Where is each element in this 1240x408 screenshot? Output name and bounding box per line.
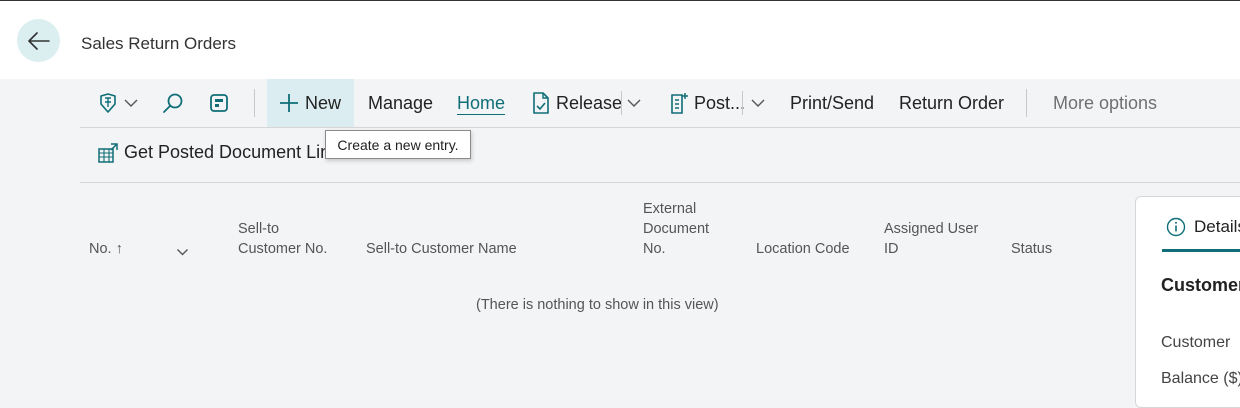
- post-document-icon: [671, 93, 688, 114]
- sort-ascending-icon: ↑: [115, 241, 123, 257]
- new-button-label: New: [305, 92, 342, 113]
- edit-list-button[interactable]: [208, 79, 232, 127]
- empty-list-message: (There is nothing to show in this view): [476, 297, 719, 313]
- column-header-no-label: No.: [89, 241, 112, 257]
- factbox-pane: Details Customer Customer Balance ($): [1135, 196, 1240, 408]
- document-check-icon: [533, 92, 549, 114]
- factbox-tab-label: Details: [1194, 217, 1240, 236]
- home-tab[interactable]: Home: [457, 79, 505, 127]
- column-header-line: Customer No.: [238, 241, 328, 257]
- column-header-sell-to-customer-name[interactable]: Sell-to Customer Name: [366, 239, 517, 259]
- search-icon: [163, 93, 183, 113]
- column-header-sell-to-customer-no[interactable]: Sell-to Customer No.: [238, 219, 327, 259]
- column-header-line: External: [643, 201, 697, 217]
- column-header-status[interactable]: Status: [1011, 239, 1052, 259]
- get-lines-icon: [98, 142, 118, 163]
- column-header-line: Assigned User: [884, 221, 979, 237]
- post-button-label: Post...: [694, 92, 746, 113]
- active-tab-indicator: [1162, 249, 1240, 252]
- manage-tab[interactable]: Manage: [368, 79, 433, 127]
- page-title: Sales Return Orders: [81, 34, 236, 53]
- factbox-field-balance: Balance ($): [1161, 370, 1240, 387]
- get-posted-document-lines-button[interactable]: Get Posted Document Lines: [98, 142, 349, 163]
- split-button-divider: [621, 91, 622, 115]
- column-header-location-code[interactable]: Location Code: [756, 239, 850, 259]
- toolbar-divider: [1026, 89, 1027, 117]
- chevron-down-icon: [627, 99, 641, 107]
- split-button-divider: [742, 91, 743, 115]
- factbox-tab-details[interactable]: Details: [1166, 217, 1240, 237]
- action-bar: New Manage Home Release Post... Print/Se…: [80, 79, 1240, 128]
- column-header-external-document-no[interactable]: External Document No.: [643, 199, 709, 259]
- column-header-line: No.: [643, 241, 666, 257]
- column-header-line: Document: [643, 221, 710, 237]
- sub-action-bar: Get Posted Document Lines: [80, 128, 1240, 183]
- new-button[interactable]: New: [267, 79, 354, 127]
- manage-tab-label: Manage: [368, 92, 434, 113]
- chevron-down-icon: [751, 99, 765, 107]
- search-button[interactable]: [162, 79, 186, 127]
- toolbar-divider: [254, 89, 255, 117]
- return-order-tab-label: Return Order: [899, 92, 1005, 113]
- column-header-no[interactable]: No. ↑: [89, 239, 123, 259]
- get-posted-label: Get Posted Document Lines: [124, 142, 350, 162]
- print-send-tab[interactable]: Print/Send: [790, 79, 874, 127]
- post-button[interactable]: Post...: [669, 79, 745, 127]
- plus-icon: [280, 94, 298, 112]
- column-options-button[interactable]: [176, 243, 189, 263]
- print-send-tab-label: Print/Send: [790, 92, 875, 113]
- column-header-line: ID: [884, 241, 899, 257]
- home-tab-label: Home: [457, 92, 506, 113]
- release-button[interactable]: Release: [531, 79, 622, 127]
- info-icon: [1166, 217, 1186, 237]
- chevron-down-icon: [124, 99, 138, 107]
- list-edit-icon: [210, 94, 228, 112]
- release-dropdown-button[interactable]: [626, 79, 646, 127]
- release-button-label: Release: [556, 92, 623, 113]
- column-header-line: Sell-to: [238, 221, 280, 237]
- chevron-down-icon: [177, 249, 188, 256]
- factbox-field-customer: Customer: [1161, 334, 1231, 351]
- copilot-icon: [100, 93, 116, 113]
- back-button[interactable]: [17, 19, 60, 62]
- column-header-assigned-user-id[interactable]: Assigned User ID: [884, 219, 978, 259]
- page-header: Sales Return Orders: [0, 1, 1240, 79]
- post-dropdown-button[interactable]: [750, 79, 770, 127]
- return-order-tab[interactable]: Return Order: [899, 79, 1004, 127]
- more-options-label: More options: [1053, 92, 1158, 113]
- copilot-menu-button[interactable]: [96, 79, 142, 127]
- arrow-left-icon: [27, 31, 50, 50]
- factbox-heading: Customer: [1161, 275, 1240, 295]
- more-options-button[interactable]: More options: [1053, 79, 1157, 127]
- new-button-tooltip: Create a new entry.: [325, 130, 471, 159]
